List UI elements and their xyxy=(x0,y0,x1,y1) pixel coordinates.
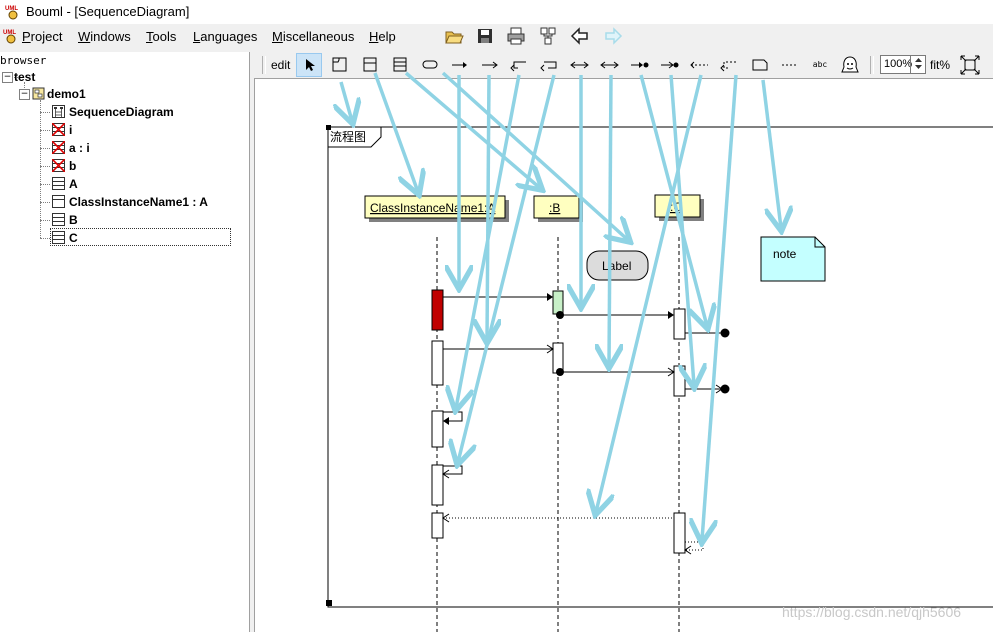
class-icon xyxy=(52,177,65,190)
title-bar: UML Bouml - [SequenceDiagram] xyxy=(0,0,993,24)
lost-async-message-c[interactable] xyxy=(685,384,730,394)
instance-label-a: ClassInstanceName1:A xyxy=(370,201,495,215)
watermark: https://blog.csdn.net/qjh5606 xyxy=(782,604,962,620)
tree-item-c[interactable]: C xyxy=(69,231,78,245)
found-return-icon[interactable] xyxy=(717,53,743,77)
diagram-tree-icon[interactable] xyxy=(538,26,558,46)
menu-project[interactable]: Project xyxy=(22,29,62,44)
sync-self-message-icon[interactable] xyxy=(507,53,533,77)
image-icon[interactable] xyxy=(837,53,863,77)
tree-item-i[interactable]: i xyxy=(69,123,72,137)
fit-zoom-button[interactable]: fit% xyxy=(930,58,950,72)
activation-c-2[interactable] xyxy=(673,365,686,397)
anchor-icon[interactable] xyxy=(777,53,803,77)
edit-button[interactable]: edit xyxy=(271,58,290,72)
tree-item-test[interactable]: test xyxy=(14,70,35,84)
lost-sync-icon[interactable] xyxy=(627,53,653,77)
activation-a-2[interactable] xyxy=(431,340,444,386)
note-icon[interactable] xyxy=(747,53,773,77)
menu-windows[interactable]: Windows xyxy=(78,29,131,44)
class-icon xyxy=(52,213,65,226)
sync-self-message[interactable] xyxy=(443,411,463,425)
diagram-toolbar: edit abc 100% fit% xyxy=(254,52,993,78)
tree-expander-test[interactable]: − xyxy=(2,72,13,83)
zoom-spinner[interactable] xyxy=(910,55,926,74)
bouml-app-icon: UML xyxy=(5,6,18,20)
menu-help[interactable]: Help xyxy=(369,29,396,44)
async-message-icon[interactable] xyxy=(477,53,503,77)
instance-tool-icon[interactable] xyxy=(357,53,383,77)
menu-miscellaneous[interactable]: Miscellaneous xyxy=(272,29,354,44)
class-icon xyxy=(52,231,65,244)
text-tool-button[interactable]: abc xyxy=(807,53,833,77)
select-arrow-icon xyxy=(306,59,315,71)
select-tool-button[interactable] xyxy=(296,53,322,77)
tree-item-a[interactable]: A xyxy=(69,177,78,191)
back-arrow-icon[interactable] xyxy=(570,26,590,46)
instance-label-c: :C xyxy=(670,200,682,214)
activation-c-3[interactable] xyxy=(673,512,686,554)
sync-message-icon[interactable] xyxy=(447,53,473,77)
activation-a-5[interactable] xyxy=(431,512,444,539)
main-toolbar xyxy=(440,26,630,48)
tree-item-sequencediagram[interactable]: SequenceDiagram xyxy=(69,105,174,119)
sync-return-icon[interactable] xyxy=(567,53,593,77)
class-tool-icon[interactable] xyxy=(387,53,413,77)
fragment-icon[interactable] xyxy=(327,53,353,77)
activation-a-4[interactable] xyxy=(431,464,444,506)
async-message-a-b[interactable] xyxy=(443,344,554,354)
instance-icon xyxy=(52,195,65,208)
lost-sync-message-b-c[interactable] xyxy=(556,311,674,319)
frame-label: 流程图 xyxy=(330,129,366,144)
deleted-class-icon xyxy=(52,123,65,136)
instance-label-b: :B xyxy=(549,201,560,215)
fit-window-icon[interactable] xyxy=(957,53,983,77)
window-title: Bouml - [SequenceDiagram] xyxy=(26,4,190,19)
activation-a-1-selected[interactable] xyxy=(431,289,444,331)
found-async-message-b-c[interactable] xyxy=(556,367,675,377)
browser-label: browser xyxy=(0,54,47,67)
tree-item-demo1[interactable]: demo1 xyxy=(47,87,86,101)
menu-tools[interactable]: Tools xyxy=(146,29,176,44)
continuation-icon[interactable] xyxy=(417,53,443,77)
async-self-message-icon[interactable] xyxy=(537,53,563,77)
spinner-arrows-icon xyxy=(915,58,922,69)
tree-item-b-class[interactable]: B xyxy=(69,213,78,227)
note-text: note xyxy=(773,247,797,261)
uml-menu-icon[interactable]: UML xyxy=(2,27,20,45)
sequence-diagram-icon xyxy=(52,105,65,118)
open-folder-icon[interactable] xyxy=(444,26,464,46)
found-message-icon[interactable] xyxy=(687,53,713,77)
diagram-canvas[interactable]: 流程图 ClassInstanceName1:A :B :C Label not… xyxy=(254,78,993,632)
sync-message-a-b[interactable] xyxy=(443,293,553,301)
self-return-message-c[interactable] xyxy=(684,541,704,555)
view-icon xyxy=(32,87,45,100)
deleted-class-icon xyxy=(52,159,65,172)
async-self-message[interactable] xyxy=(442,465,463,479)
sequence-diagram: 流程图 ClassInstanceName1:A :B :C Label not… xyxy=(326,125,993,632)
forward-arrow-icon[interactable] xyxy=(603,26,623,46)
tree-item-classinstancename1[interactable]: ClassInstanceName1 : A xyxy=(69,195,208,209)
browser-panel: browser − test − demo1 SequenceDiagram i… xyxy=(0,52,250,632)
activation-b-1[interactable] xyxy=(552,290,564,315)
print-icon[interactable] xyxy=(506,26,526,46)
menu-bar: UML Project Windows Tools Languages Misc… xyxy=(0,24,430,50)
async-return-icon[interactable] xyxy=(597,53,623,77)
tree-expander-demo1[interactable]: − xyxy=(19,89,30,100)
continuation-text: Label xyxy=(602,259,631,273)
tree-item-a-i[interactable]: a : i xyxy=(69,141,90,155)
activation-a-3[interactable] xyxy=(431,410,444,448)
deleted-class-icon xyxy=(52,141,65,154)
activation-c-1[interactable] xyxy=(673,308,686,340)
lost-async-icon[interactable] xyxy=(657,53,683,77)
lost-message-c[interactable] xyxy=(685,328,730,338)
save-icon[interactable] xyxy=(475,26,495,46)
tree-item-b[interactable]: b xyxy=(69,159,76,173)
menu-languages[interactable]: Languages xyxy=(193,29,257,44)
